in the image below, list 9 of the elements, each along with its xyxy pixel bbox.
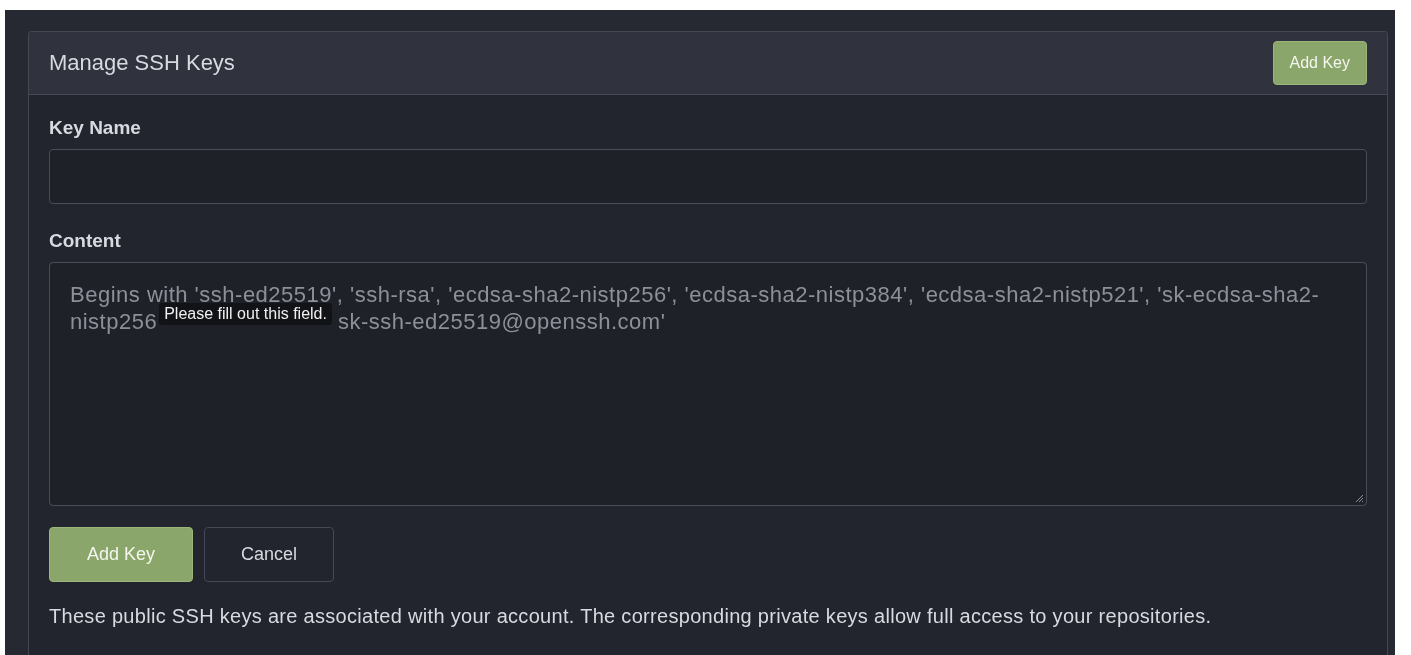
resize-handle-icon[interactable] (1354, 493, 1364, 503)
cancel-button[interactable]: Cancel (204, 527, 334, 582)
validation-tooltip: Please fill out this field. (159, 303, 332, 325)
key-name-field[interactable] (49, 149, 1367, 204)
content-field[interactable]: Begins with 'ssh-ed25519', 'ssh-rsa', 'ecdsa-sha2-nistp256', 'ecdsa-sha2-nistp384', 'ecdsa-sha2-nistp521', 'sk-ecdsa-sha2-nistp256 Please fill out this field. sk-ssh-ed25519@openssh.com' (49, 262, 1367, 506)
field-label: Key Name (49, 117, 142, 139)
help-text: These public SSH keys are associated with your account. The corresponding private keys allow full access to your repositories. (49, 605, 1213, 628)
field-label: Content (49, 230, 122, 252)
panel-title: Manage SSH Keys (49, 50, 235, 76)
